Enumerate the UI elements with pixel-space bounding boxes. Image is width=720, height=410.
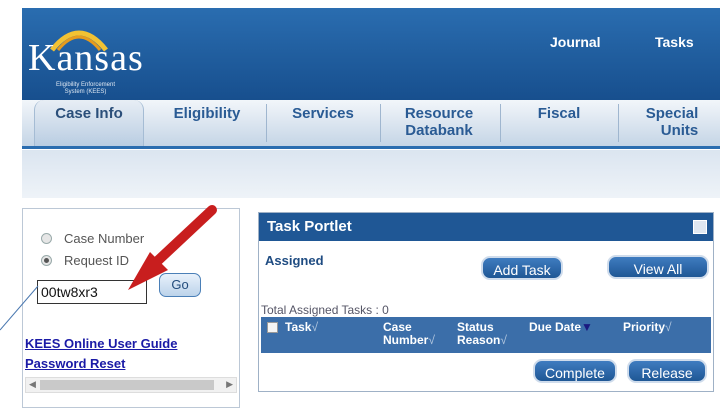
tab-fiscal[interactable]: Fiscal [506, 100, 612, 146]
column-due-date[interactable]: Due Date▼ [529, 321, 593, 334]
task-table-header: Task√ Case Number√ Status Reason√ Due Da… [261, 317, 711, 353]
sub-header-band [22, 150, 720, 198]
scroll-right-icon[interactable]: ▶ [226, 379, 233, 390]
settings-icon[interactable] [693, 220, 707, 234]
column-task[interactable]: Task√ [285, 321, 318, 334]
column-case-number[interactable]: Case Number√ [383, 321, 435, 347]
password-reset-link[interactable]: Password Reset [25, 356, 125, 371]
add-task-button[interactable]: Add Task [481, 256, 563, 280]
column-priority-label: Priority [623, 320, 666, 334]
tab-case-info-label: Case Info [55, 105, 123, 122]
view-all-button[interactable]: View All [607, 255, 709, 279]
sort-chevron-icon: √ [665, 320, 672, 334]
logo-subtitle: Eligibility Enforcement System (KEES) [38, 82, 133, 96]
tab-divider [266, 104, 267, 142]
main-tabs: Case Info Eligibility Services Resource … [22, 100, 720, 149]
sort-chevron-icon: √ [311, 320, 319, 334]
request-id-radio[interactable] [41, 255, 52, 266]
tab-eligibility-label: Eligibility [173, 105, 241, 122]
tab-special-label-line2: Units [660, 122, 699, 139]
request-id-label: Request ID [64, 253, 130, 268]
kansas-logo: Kansas Eligibility Enforcement System (K… [28, 26, 148, 104]
column-status-label-line2: Reason [457, 333, 501, 347]
tab-eligibility[interactable]: Eligibility [152, 100, 262, 146]
task-portlet: Task Portlet Assigned Add Task View All … [258, 212, 714, 392]
tab-services[interactable]: Services [272, 100, 374, 146]
assigned-label: Assigned [265, 253, 324, 268]
tasks-link[interactable]: Tasks [655, 34, 694, 50]
tab-special-label-line1: Special [645, 105, 699, 122]
user-guide-link[interactable]: KEES Online User Guide [25, 336, 177, 351]
release-button[interactable]: Release [627, 359, 707, 383]
sort-down-icon: ▼ [581, 320, 593, 334]
column-task-label: Task [285, 320, 312, 334]
request-id-option[interactable]: Request ID [41, 253, 129, 268]
complete-button[interactable]: Complete [533, 359, 617, 383]
logo-title: Kansas [28, 37, 144, 79]
search-panel: Case Number Request ID 00tw8xr3 Go KEES … [22, 208, 240, 408]
tab-divider [380, 104, 381, 142]
sort-chevron-icon: √ [500, 333, 507, 347]
sort-chevron-icon: √ [428, 333, 435, 347]
logo-subtitle-line2: System (KEES) [64, 89, 107, 95]
tab-resource-databank[interactable]: Resource Databank [384, 100, 494, 146]
tab-services-label: Services [292, 105, 354, 122]
go-button[interactable]: Go [159, 273, 201, 297]
tab-fiscal-label: Fiscal [537, 105, 581, 122]
column-due-date-label: Due Date [529, 320, 582, 334]
case-number-option[interactable]: Case Number [41, 231, 144, 246]
case-number-label: Case Number [64, 231, 145, 246]
case-number-radio[interactable] [41, 233, 52, 244]
scrollbar-thumb[interactable] [40, 380, 214, 390]
column-status-reason[interactable]: Status Reason√ [457, 321, 507, 347]
total-assigned-tasks: Total Assigned Tasks : 0 [261, 303, 389, 317]
tab-special-units[interactable]: Special Units [624, 100, 720, 146]
scroll-left-icon[interactable]: ◀ [29, 379, 36, 390]
app-header: Kansas Eligibility Enforcement System (K… [22, 8, 720, 100]
portlet-title: Task Portlet [259, 213, 713, 241]
tab-resource-label-line2: Databank [405, 122, 473, 139]
journal-link[interactable]: Journal [550, 34, 601, 50]
tab-divider [500, 104, 501, 142]
horizontal-scrollbar[interactable]: ◀ ▶ [25, 377, 237, 393]
tab-divider [618, 104, 619, 142]
column-case-label-line2: Number [383, 333, 429, 347]
logo-subtitle-line1: Eligibility Enforcement [55, 82, 116, 88]
column-priority[interactable]: Priority√ [623, 321, 672, 334]
select-all-checkbox[interactable] [267, 322, 278, 333]
search-input[interactable]: 00tw8xr3 [37, 280, 147, 304]
tab-case-info[interactable]: Case Info [34, 100, 144, 146]
tab-resource-label-line1: Resource [404, 105, 474, 122]
